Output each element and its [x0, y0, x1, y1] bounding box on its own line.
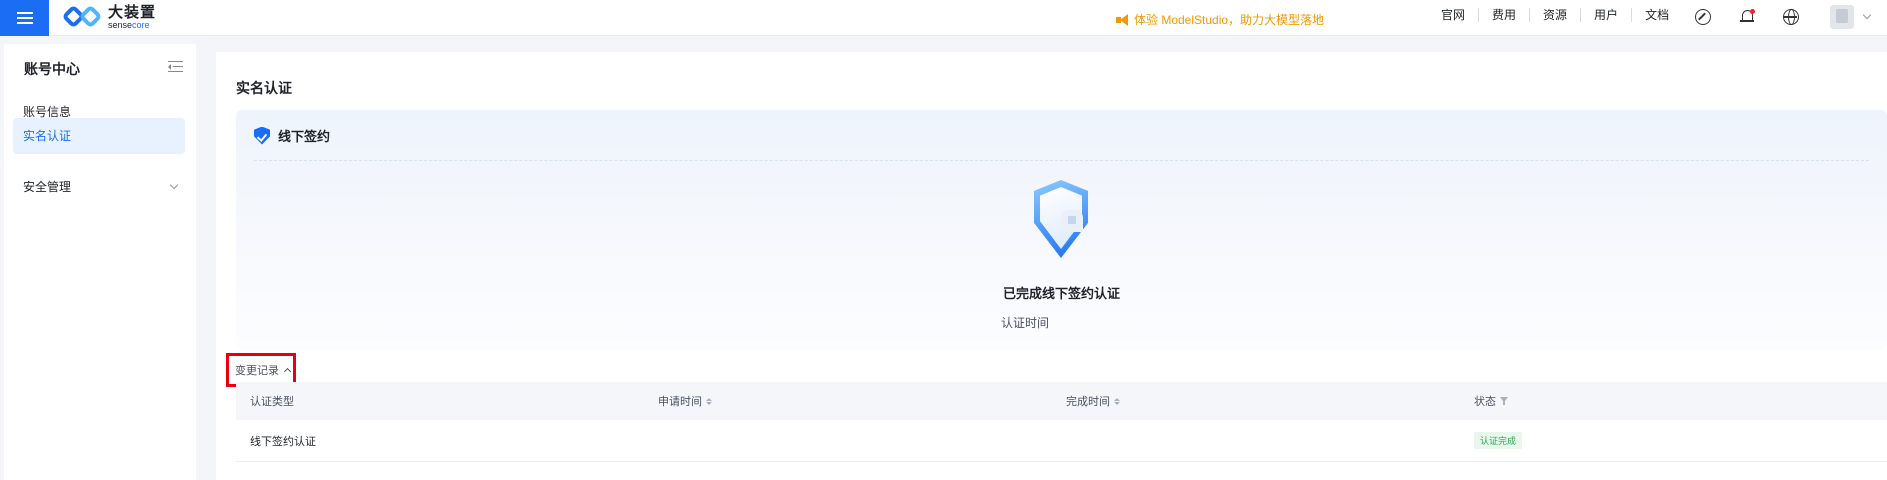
promo-text: 体验 ModelStudio，助力大模型落地 [1134, 13, 1325, 27]
status-badge: 认证完成 [1474, 432, 1523, 449]
verified-shield-illustration [1034, 180, 1090, 258]
verification-done-title: 已完成线下签约认证 [1002, 286, 1120, 301]
filter-icon[interactable] [1500, 397, 1508, 405]
nav-link-billing[interactable]: 费用 [1479, 8, 1531, 22]
column-header-status[interactable]: 状态 [1474, 393, 1508, 409]
logo[interactable]: 大装置 sensecore [61, 3, 157, 30]
sidebar-item-label: 账号信息 [23, 105, 72, 119]
shield-check-icon [254, 126, 270, 145]
logo-mark-icon [61, 4, 104, 30]
change-history-label: 变更记录 [235, 365, 279, 377]
card-title: 线下签约 [278, 129, 331, 144]
chevron-down-icon[interactable] [1862, 10, 1872, 20]
nav-link-resources[interactable]: 资源 [1530, 8, 1582, 22]
nav-link-official[interactable]: 官网 [1428, 8, 1480, 22]
compass-icon[interactable] [1695, 9, 1711, 25]
column-header-type: 认证类型 [250, 396, 294, 408]
cert-time-label: 认证时间 [1001, 316, 1050, 330]
cell-status: 认证完成 [1474, 432, 1523, 449]
avatar[interactable] [1830, 5, 1854, 29]
chevron-down-icon [169, 180, 179, 190]
history-table: 认证类型 申请时间 完成时间 状态 线下签约认证 认证完成 [236, 382, 1887, 462]
table-row: 线下签约认证 认证完成 [236, 420, 1887, 462]
column-header-done-time[interactable]: 完成时间 [1066, 393, 1120, 409]
sidebar-title: 账号中心 [24, 61, 80, 77]
card-header: 线下签约 [254, 126, 330, 145]
bell-icon[interactable] [1739, 9, 1755, 25]
sidebar-item-security[interactable]: 安全管理 [13, 169, 185, 205]
promo-banner[interactable]: 体验 ModelStudio，助力大模型落地 [1116, 11, 1324, 28]
nav-link-docs[interactable]: 文档 [1632, 8, 1682, 22]
verification-card: 线下签约 已完成线下签约认证 认证时间 [236, 110, 1887, 350]
sidebar-item-label: 实名认证 [23, 129, 72, 143]
table-header: 认证类型 申请时间 完成时间 状态 [236, 382, 1887, 420]
top-nav: 官网 费用 资源 用户 文档 [1428, 8, 1682, 22]
divider [254, 160, 1869, 161]
menu-icon[interactable] [0, 0, 49, 36]
column-header-apply-time[interactable]: 申请时间 [658, 393, 712, 409]
page-title: 实名认证 [236, 80, 292, 96]
collapse-sidebar-icon[interactable] [168, 61, 183, 73]
logo-title: 大装置 [108, 3, 157, 21]
sort-icon[interactable] [1114, 397, 1120, 405]
top-bar: 大装置 sensecore 体验 ModelStudio，助力大模型落地 官网 … [0, 0, 1887, 36]
main-content: 实名认证 线下签约 已完成线下签约认证 认证时间 变更记录 认证类型 申请时间 … [216, 52, 1887, 480]
sort-icon[interactable] [706, 397, 712, 405]
nav-link-users[interactable]: 用户 [1581, 8, 1633, 22]
chevron-up-icon [283, 367, 292, 376]
globe-icon[interactable] [1783, 9, 1799, 25]
sidebar-item-label: 安全管理 [23, 180, 72, 194]
sidebar-item-real-name[interactable]: 实名认证 [13, 118, 185, 154]
notification-dot [1750, 9, 1755, 14]
cell-type: 线下签约认证 [250, 435, 316, 448]
sidebar: 账号中心 账号信息 实名认证 安全管理 [4, 44, 196, 480]
megaphone-icon [1116, 13, 1130, 26]
logo-subtitle: sensecore [108, 19, 150, 30]
